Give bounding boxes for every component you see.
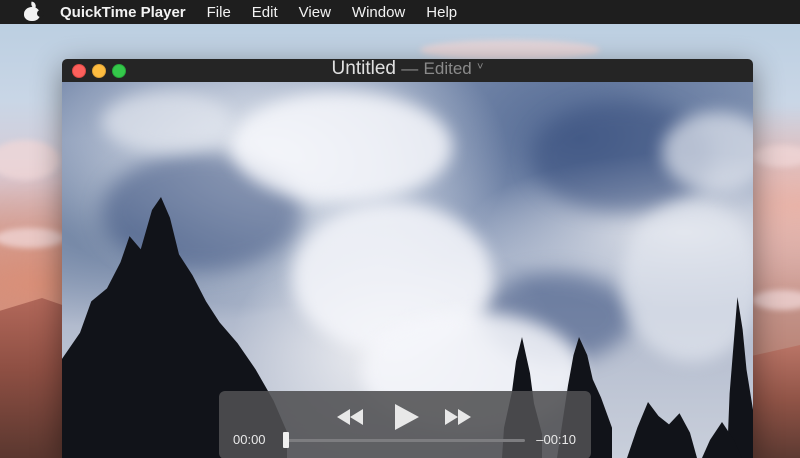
menu-file[interactable]: File [207,4,231,21]
document-name: Untitled [331,59,396,79]
rewind-icon [337,409,350,425]
rewind-button[interactable] [337,406,365,428]
player-window: Untitled — Edited ˅ 00:00 –00:10 [62,59,753,458]
window-title[interactable]: Untitled — Edited ˅ [62,59,753,80]
title-separator: — [401,59,419,78]
play-icon [395,404,419,430]
cloud [622,202,753,362]
menu-window[interactable]: Window [352,4,405,21]
scrubber-handle[interactable] [283,432,289,448]
scrubber-track[interactable] [285,439,525,442]
cloud [232,92,452,202]
apple-icon[interactable] [24,1,44,21]
fast-forward-icon [445,409,458,425]
edited-status: Edited [423,59,472,78]
remaining-time: –00:10 [536,432,576,447]
chevron-down-icon[interactable]: ˅ [477,61,483,73]
title-bar[interactable]: Untitled — Edited ˅ [62,59,753,83]
fast-forward-button[interactable] [445,406,473,428]
menu-edit[interactable]: Edit [252,4,278,21]
desktop-cloud [0,228,65,248]
menu-help[interactable]: Help [426,4,457,21]
menu-bar: QuickTime Player File Edit View Window H… [0,0,800,24]
playback-controls: 00:00 –00:10 [219,391,591,458]
tree-silhouette [627,402,697,458]
menu-app-name[interactable]: QuickTime Player [60,4,186,21]
menu-view[interactable]: View [299,4,331,21]
desktop-hill-left [0,298,70,458]
current-time: 00:00 [233,432,266,447]
play-button[interactable] [394,404,420,430]
cloud [102,92,232,152]
desktop-hill-right [750,345,800,458]
fast-forward-icon [458,409,471,425]
desktop-cloud [420,40,600,60]
desktop-cloud [752,290,800,310]
desktop-cloud [752,145,800,167]
desktop-cloud [0,140,60,180]
video-frame[interactable]: 00:00 –00:10 [62,82,753,458]
rewind-icon [350,409,363,425]
